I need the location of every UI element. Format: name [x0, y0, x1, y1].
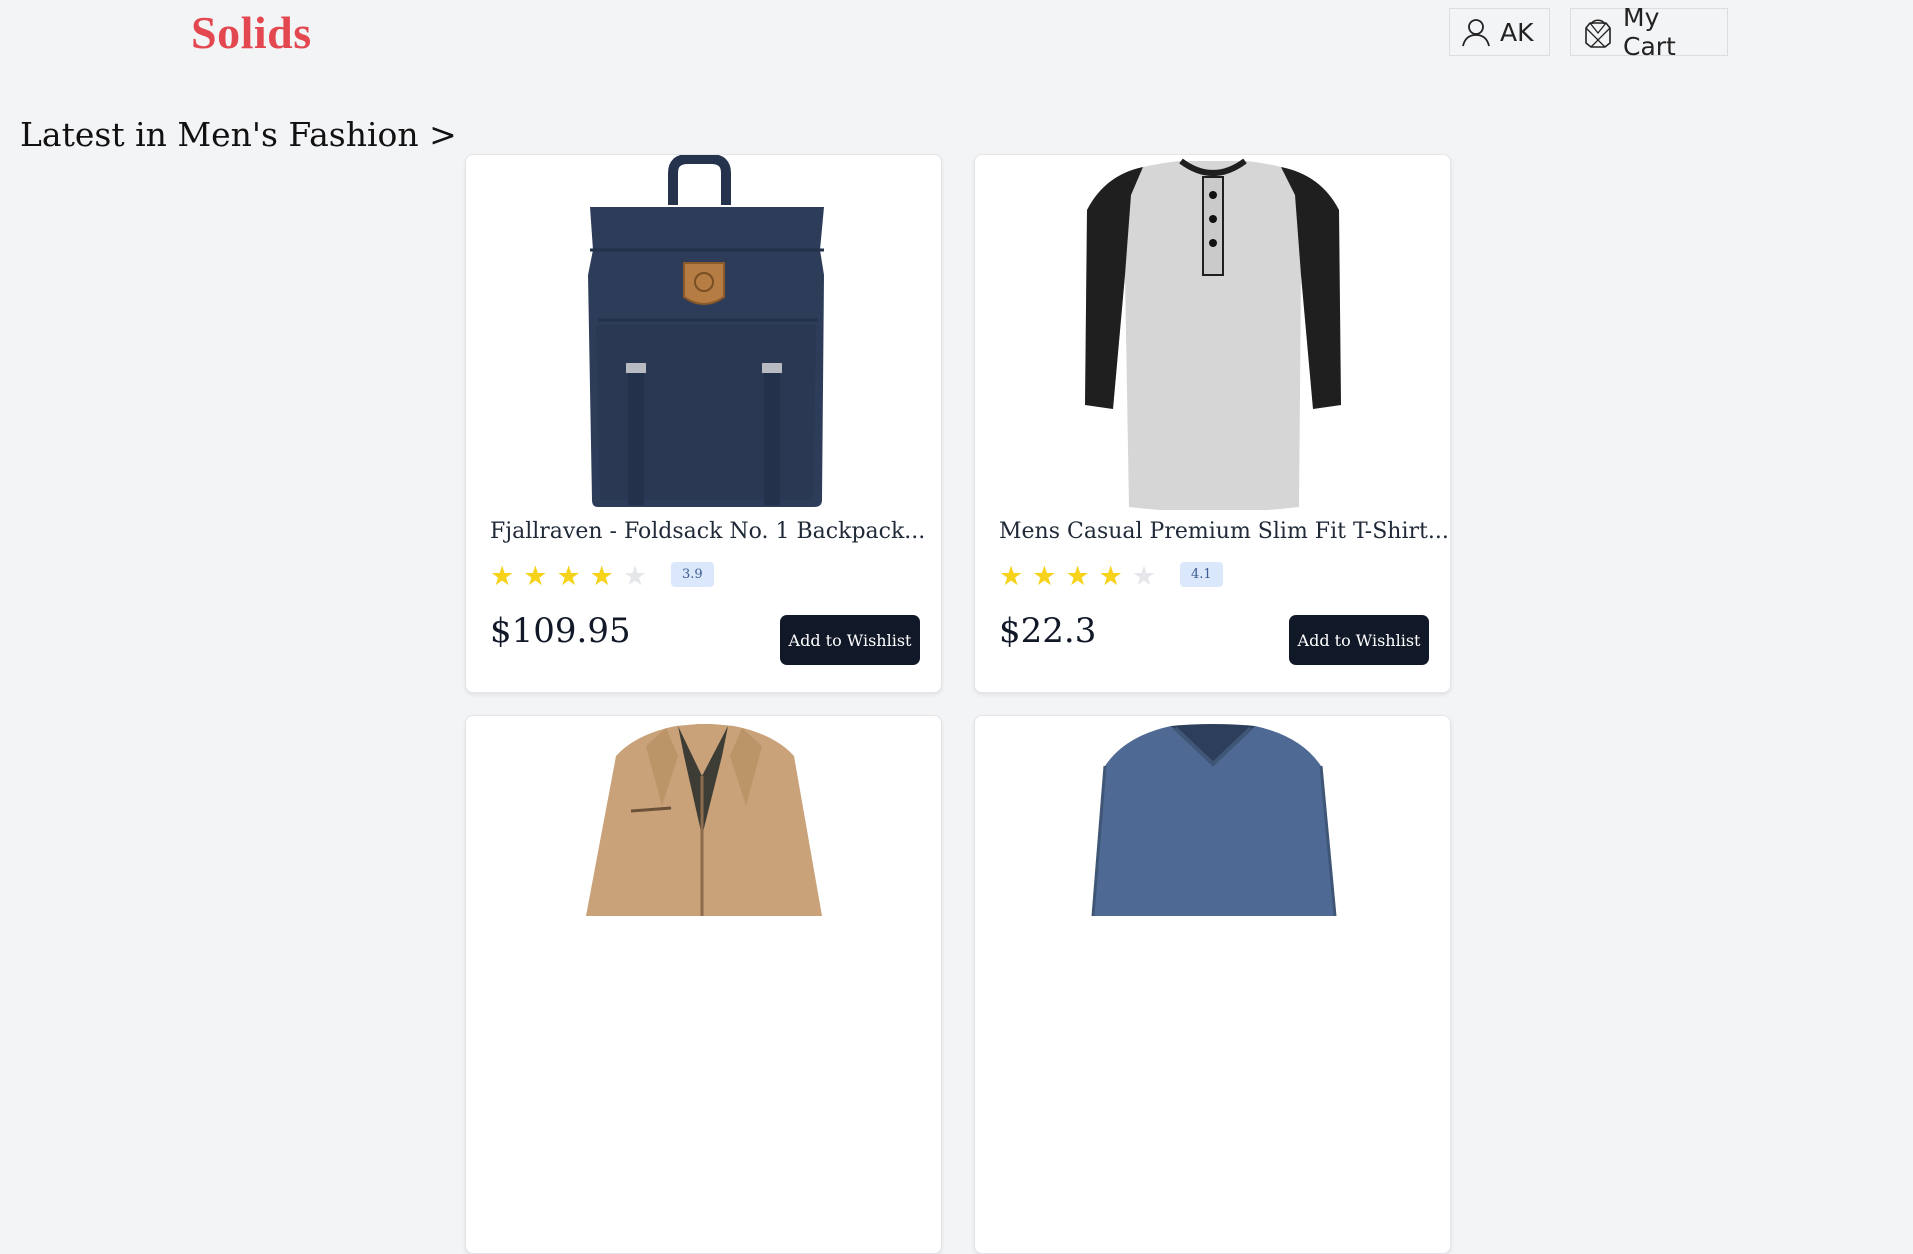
star-icon: ★: [1098, 561, 1123, 592]
add-to-wishlist-button[interactable]: Add to Wishlist: [780, 615, 920, 665]
star-icon: ★: [523, 561, 548, 592]
product-price: $22.3: [999, 611, 1097, 651]
product-card[interactable]: [465, 715, 942, 1254]
star-icon: ★: [556, 561, 581, 592]
product-name[interactable]: Mens Casual Premium Slim Fit T-Shirt...: [999, 519, 1449, 544]
backpack-image: [588, 155, 824, 507]
henley-shirt-image: [1085, 158, 1341, 510]
vneck-shirt-image: [1091, 724, 1337, 917]
user-icon: [1462, 19, 1490, 47]
star-icon: ★: [490, 561, 515, 592]
section-title[interactable]: Latest in Men's Fashion >: [20, 115, 457, 154]
product-card[interactable]: Mens Casual Premium Slim Fit T-Shirt... …: [974, 154, 1451, 693]
cart-icon: [1585, 19, 1611, 48]
product-card[interactable]: [974, 715, 1451, 1254]
product-card[interactable]: Fjallraven - Foldsack No. 1 Backpack... …: [465, 154, 942, 693]
rating-badge: 3.9: [671, 562, 714, 587]
star-rating: ★ ★ ★ ★ ★: [490, 563, 647, 590]
brand-logo[interactable]: Solids: [191, 6, 312, 59]
jacket-image: [586, 724, 822, 916]
star-icon: ★: [589, 561, 614, 592]
cart-label: My Cart: [1623, 3, 1676, 61]
product-price: $109.95: [490, 611, 631, 651]
user-initials: AK: [1500, 17, 1534, 47]
star-icon: ★: [1065, 561, 1090, 592]
product-name[interactable]: Fjallraven - Foldsack No. 1 Backpack...: [490, 519, 925, 544]
add-to-wishlist-button[interactable]: Add to Wishlist: [1289, 615, 1429, 665]
rating-badge: 4.1: [1180, 562, 1223, 587]
star-rating: ★ ★ ★ ★ ★: [999, 563, 1156, 590]
star-icon: ★: [1131, 561, 1157, 592]
star-icon: ★: [999, 561, 1024, 592]
star-icon: ★: [1032, 561, 1057, 592]
user-button[interactable]: AK: [1449, 8, 1550, 56]
cart-button[interactable]: My Cart: [1570, 3, 1728, 61]
star-icon: ★: [622, 561, 648, 592]
